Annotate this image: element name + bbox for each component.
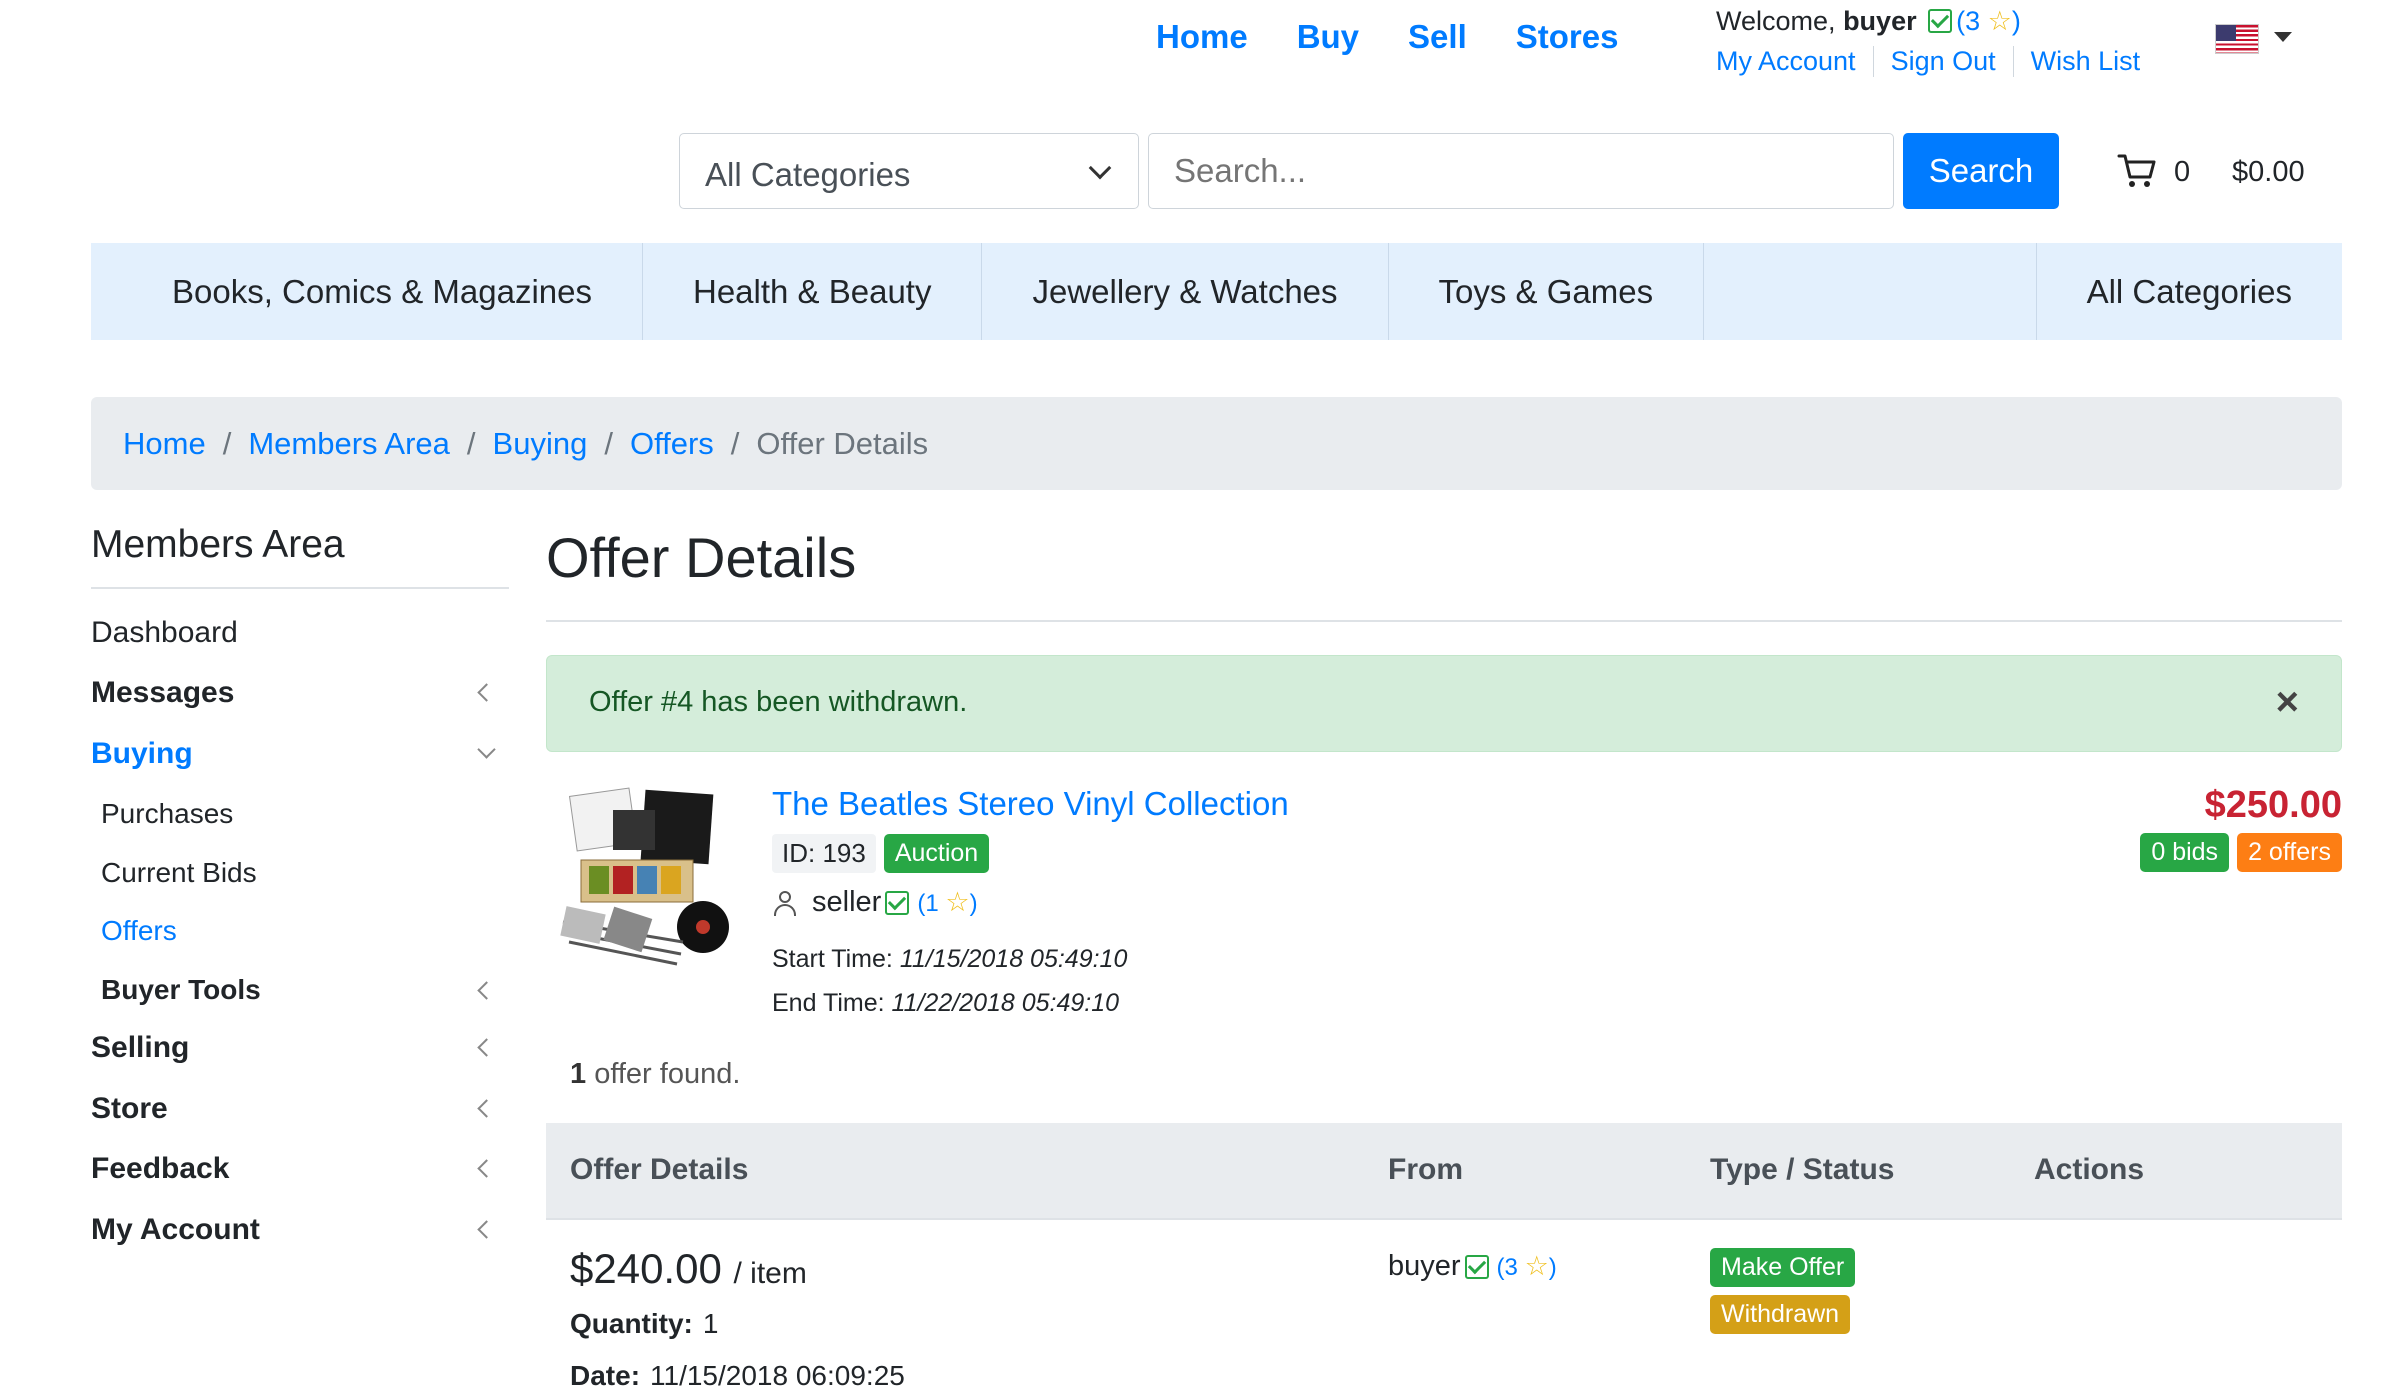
sidebar-item-buying[interactable]: Buying [91, 737, 501, 771]
close-icon[interactable]: × [2276, 680, 2299, 725]
verified-check-icon [1464, 1254, 1489, 1279]
col-type-status: Type / Status [1710, 1153, 1895, 1186]
star-icon: ☆ [1987, 6, 2012, 36]
us-flag-icon[interactable] [2215, 24, 2259, 54]
search-input[interactable] [1148, 133, 1894, 209]
offers-badge: 2 offers [2237, 833, 2342, 872]
verified-check-icon [1928, 9, 1953, 33]
sidebar-divider [91, 587, 509, 589]
category-select-value: All Categories [705, 156, 911, 193]
category-health[interactable]: Health & Beauty [643, 243, 983, 340]
breadcrumb-members-area[interactable]: Members Area [248, 426, 450, 462]
sidebar-item-current-bids[interactable]: Current Bids [101, 857, 501, 889]
item-stats: 0 bids 2 offers [2140, 833, 2342, 872]
seller-info: seller (1 ☆) [772, 886, 978, 919]
offer-quantity: Quantity: 1 [570, 1308, 719, 1339]
user-icon [772, 889, 798, 917]
sidebar-item-offers[interactable]: Offers [101, 915, 501, 947]
category-books[interactable]: Books, Comics & Magazines [91, 243, 643, 340]
breadcrumb-current: Offer Details [756, 425, 929, 461]
welcome-username: buyer [1843, 6, 1917, 36]
col-offer-details: Offer Details [570, 1153, 749, 1186]
sidebar-item-selling[interactable]: Selling [91, 1031, 501, 1065]
category-bar-spacer [1704, 243, 2037, 340]
item-price: $250.00 [2204, 784, 2342, 826]
my-account-link[interactable]: My Account [1716, 46, 1874, 77]
search-button[interactable]: Search [1903, 133, 2059, 209]
breadcrumb-home[interactable]: Home [123, 426, 206, 462]
page-divider [546, 620, 2342, 622]
offer-date: Date: 11/15/2018 06:09:25 [570, 1360, 905, 1391]
verified-check-icon [885, 890, 910, 915]
chevron-left-icon [477, 1220, 496, 1239]
welcome-message: Welcome, buyer (3 ☆) [1716, 6, 2021, 37]
cart-count: 0 [2174, 156, 2191, 188]
page-title: Offer Details [546, 526, 857, 589]
chevron-left-icon [477, 1159, 496, 1178]
sidebar-item-dashboard[interactable]: Dashboard [91, 616, 501, 650]
sign-out-link[interactable]: Sign Out [1874, 46, 2014, 77]
nav-sell-link[interactable]: Sell [1408, 18, 1467, 56]
item-thumbnail[interactable] [553, 782, 731, 972]
caret-down-icon[interactable] [2274, 32, 2292, 42]
item-title-link[interactable]: The Beatles Stereo Vinyl Collection [772, 785, 1289, 823]
chevron-down-icon [477, 740, 496, 759]
auction-badge: Auction [883, 834, 990, 873]
chevron-down-icon [1088, 156, 1112, 180]
col-from: From [1388, 1153, 1463, 1186]
sidebar-item-messages[interactable]: Messages [91, 676, 501, 710]
cart-total: $0.00 [2232, 156, 2305, 188]
user-rating[interactable]: (3 ☆) [1956, 6, 2021, 36]
offer-price: $240.00 / item [570, 1245, 807, 1292]
category-jewellery[interactable]: Jewellery & Watches [982, 243, 1389, 340]
sidebar-item-store[interactable]: Store [91, 1092, 501, 1126]
account-links: My Account Sign Out Wish List [1716, 46, 2157, 77]
breadcrumb-buying[interactable]: Buying [493, 426, 588, 462]
table-header: Offer Details From Type / Status Actions [546, 1123, 2342, 1220]
results-count: 1 offer found. [570, 1058, 741, 1090]
success-alert: Offer #4 has been withdrawn. × [546, 655, 2342, 752]
offer-from-name[interactable]: buyer [1388, 1250, 1461, 1283]
sidebar-title: Members Area [91, 523, 345, 566]
nav-stores-link[interactable]: Stores [1516, 18, 1619, 56]
sidebar-item-purchases[interactable]: Purchases [101, 798, 501, 830]
breadcrumb-offers[interactable]: Offers [630, 426, 714, 462]
sidebar-item-my-account[interactable]: My Account [91, 1213, 501, 1247]
offer-status-badge: Withdrawn [1710, 1295, 1851, 1334]
offer-type-badge: Make Offer [1710, 1248, 1856, 1287]
offer-type-status: Make Offer Withdrawn [1710, 1248, 1856, 1334]
nav-buy-link[interactable]: Buy [1297, 18, 1359, 56]
offer-from: buyer (3 ☆) [1388, 1250, 1557, 1283]
item-id-badge: ID: 193 [772, 834, 876, 873]
col-actions: Actions [2034, 1153, 2145, 1186]
chevron-left-icon [477, 1099, 496, 1118]
start-time: Start Time: 11/15/2018 05:49:10 [772, 945, 1128, 973]
item-id-line: ID: 193 Auction [772, 834, 990, 873]
end-time: End Time: 11/22/2018 05:49:10 [772, 989, 1120, 1017]
category-select[interactable]: All Categories [679, 133, 1139, 209]
alert-message: Offer #4 has been withdrawn. [589, 686, 968, 718]
sidebar-item-buyer-tools[interactable]: Buyer Tools [101, 974, 501, 1006]
breadcrumb: Home / Members Area / Buying / Offers / Offe… [91, 397, 2342, 490]
sidebar-item-feedback[interactable]: Feedback [91, 1152, 501, 1186]
seller-rating[interactable]: (1 ☆) [917, 887, 977, 918]
chevron-left-icon [477, 1038, 496, 1057]
star-icon: ☆ [945, 887, 970, 917]
bids-badge: 0 bids [2140, 833, 2230, 872]
nav-home-link[interactable]: Home [1156, 18, 1248, 56]
chevron-left-icon [477, 981, 496, 1000]
category-all[interactable]: All Categories [2037, 243, 2342, 340]
chevron-left-icon [477, 683, 496, 702]
welcome-prefix: Welcome, [1716, 6, 1836, 36]
seller-name[interactable]: seller [812, 886, 881, 919]
cart-icon[interactable] [2117, 152, 2157, 190]
star-icon: ☆ [1524, 1251, 1549, 1281]
category-bar: Books, Comics & Magazines Health & Beaut… [91, 243, 2342, 340]
offer-from-rating[interactable]: (3 ☆) [1497, 1251, 1557, 1282]
category-toys[interactable]: Toys & Games [1389, 243, 1705, 340]
wish-list-link[interactable]: Wish List [2014, 46, 2158, 77]
main-nav: Home Buy Sell Stores [1156, 18, 1618, 56]
